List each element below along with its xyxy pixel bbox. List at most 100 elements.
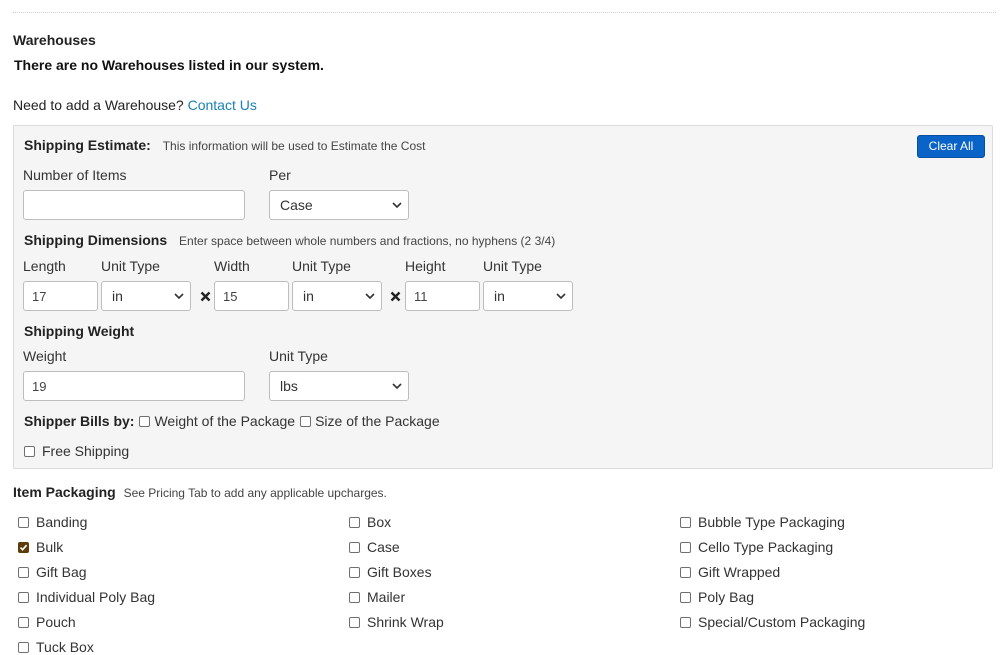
size-of-package-checkbox[interactable]: [300, 415, 312, 427]
chevron-down-icon: [365, 293, 375, 300]
warehouses-title: Warehouses: [13, 32, 96, 48]
packaging-option-poly-bag[interactable]: Poly Bag: [680, 589, 754, 605]
item-packaging-title: Item Packaging: [13, 484, 116, 500]
pouch-label: Pouch: [36, 614, 76, 630]
packaging-option-cello[interactable]: Cello Type Packaging: [680, 539, 833, 555]
box-checkbox[interactable]: [349, 516, 360, 528]
bubble-type-packaging-label: Bubble Type Packaging: [698, 514, 845, 530]
bulk-checkbox[interactable]: [18, 541, 29, 553]
individual-poly-bag-checkbox[interactable]: [18, 591, 29, 603]
clear-all-button[interactable]: Clear All: [917, 135, 985, 158]
weight-of-package-label: Weight of the Package: [154, 413, 296, 429]
box-label: Box: [367, 514, 392, 530]
packaging-option-shrink-wrap[interactable]: Shrink Wrap: [349, 614, 444, 630]
packaging-option-banding[interactable]: Banding: [18, 514, 87, 530]
packaging-option-individual-poly-bag[interactable]: Individual Poly Bag: [18, 589, 155, 605]
per-label: Per: [269, 167, 291, 183]
shrink-wrap-label: Shrink Wrap: [367, 614, 444, 630]
bubble-type-packaging-checkbox[interactable]: [680, 516, 691, 528]
packaging-option-gift-boxes[interactable]: Gift Boxes: [349, 564, 432, 580]
banding-checkbox[interactable]: [18, 516, 29, 528]
packaging-option-gift-wrapped[interactable]: Gift Wrapped: [680, 564, 780, 580]
tuck-box-checkbox[interactable]: [18, 641, 29, 653]
number-of-items-input[interactable]: [23, 190, 245, 220]
length-unit-label: Unit Type: [101, 258, 160, 274]
poly-bag-label: Poly Bag: [698, 589, 755, 605]
warehouses-empty-message: There are no Warehouses listed in our sy…: [14, 57, 324, 73]
special-custom-packaging-label: Special/Custom Packaging: [698, 614, 866, 630]
width-unit-value: in: [303, 288, 314, 304]
packaging-option-bubble[interactable]: Bubble Type Packaging: [680, 514, 845, 530]
packaging-option-mailer[interactable]: Mailer: [349, 589, 405, 605]
gift-boxes-checkbox[interactable]: [349, 566, 360, 578]
checkmark-icon: [19, 544, 28, 551]
packaging-option-case[interactable]: Case: [349, 539, 400, 555]
height-input[interactable]: [405, 281, 480, 311]
pouch-checkbox[interactable]: [18, 616, 29, 628]
item-packaging-note: See Pricing Tab to add any applicable up…: [123, 486, 387, 500]
bulk-label: Bulk: [36, 539, 64, 555]
contact-us-link[interactable]: Contact Us: [188, 97, 257, 113]
height-unit-value: in: [494, 288, 505, 304]
case-label: Case: [367, 539, 400, 555]
individual-poly-bag-label: Individual Poly Bag: [36, 589, 156, 605]
weight-of-package-checkbox[interactable]: [139, 415, 151, 427]
weight-input[interactable]: [23, 371, 245, 401]
gift-boxes-label: Gift Boxes: [367, 564, 432, 580]
shipper-bills-by-row: Shipper Bills by: Weight of the Package …: [24, 413, 440, 429]
height-unit-select[interactable]: in: [483, 281, 573, 311]
shipping-dimensions-title: Shipping Dimensions: [24, 232, 168, 248]
chevron-down-icon: [556, 293, 566, 300]
packaging-option-gift-bag[interactable]: Gift Bag: [18, 564, 87, 580]
multiply-icon: [200, 291, 211, 302]
per-select-value: Case: [280, 197, 313, 213]
weight-label: Weight: [23, 348, 67, 364]
packaging-option-pouch[interactable]: Pouch: [18, 614, 76, 630]
free-shipping-label: Free Shipping: [42, 443, 130, 459]
free-shipping-row[interactable]: Free Shipping: [24, 443, 129, 459]
shipping-weight-title: Shipping Weight: [24, 323, 135, 339]
chevron-down-icon: [392, 383, 402, 390]
number-of-items-label: Number of Items: [23, 167, 127, 183]
top-divider: [13, 12, 996, 13]
mailer-checkbox[interactable]: [349, 591, 360, 603]
width-input[interactable]: [214, 281, 289, 311]
poly-bag-checkbox[interactable]: [680, 591, 691, 603]
length-unit-select[interactable]: in: [101, 281, 191, 311]
length-label: Length: [23, 258, 66, 274]
width-unit-select[interactable]: in: [292, 281, 382, 311]
free-shipping-checkbox[interactable]: [24, 445, 35, 457]
banding-label: Banding: [36, 514, 88, 530]
multiply-icon: [390, 291, 401, 302]
width-label: Width: [214, 258, 250, 274]
weight-unit-value: lbs: [280, 378, 298, 394]
gift-wrapped-checkbox[interactable]: [680, 566, 691, 578]
shrink-wrap-checkbox[interactable]: [349, 616, 360, 628]
packaging-option-box[interactable]: Box: [349, 514, 391, 530]
length-input[interactable]: [23, 281, 98, 311]
special-custom-packaging-checkbox[interactable]: [680, 616, 691, 628]
shipping-estimate-panel: Shipping Estimate: This information will…: [13, 125, 993, 469]
gift-wrapped-label: Gift Wrapped: [698, 564, 781, 580]
gift-bag-label: Gift Bag: [36, 564, 87, 580]
shipping-dimensions-note: Enter space between whole numbers and fr…: [179, 234, 556, 248]
gift-bag-checkbox[interactable]: [18, 566, 29, 578]
shipping-estimate-note: This information will be used to Estimat…: [162, 139, 426, 153]
packaging-option-special-custom[interactable]: Special/Custom Packaging: [680, 614, 865, 630]
size-of-package-label: Size of the Package: [315, 413, 440, 429]
warehouses-need-text: Need to add a Warehouse? Contact Us: [13, 97, 257, 113]
case-checkbox[interactable]: [349, 541, 360, 553]
per-select[interactable]: Case: [269, 190, 409, 220]
chevron-down-icon: [392, 202, 402, 209]
cello-type-packaging-checkbox[interactable]: [680, 541, 691, 553]
weight-unit-select[interactable]: lbs: [269, 371, 409, 401]
shipping-estimate-header: Shipping Estimate: This information will…: [24, 137, 425, 153]
need-warehouse-text: Need to add a Warehouse?: [13, 97, 184, 113]
shipping-dimensions-header: Shipping Dimensions Enter space between …: [24, 232, 555, 248]
height-label: Height: [405, 258, 446, 274]
length-unit-value: in: [112, 288, 123, 304]
packaging-option-bulk[interactable]: Bulk: [18, 539, 63, 555]
width-unit-label: Unit Type: [292, 258, 351, 274]
item-packaging-header: Item Packaging See Pricing Tab to add an…: [13, 484, 387, 500]
mailer-label: Mailer: [367, 589, 406, 605]
